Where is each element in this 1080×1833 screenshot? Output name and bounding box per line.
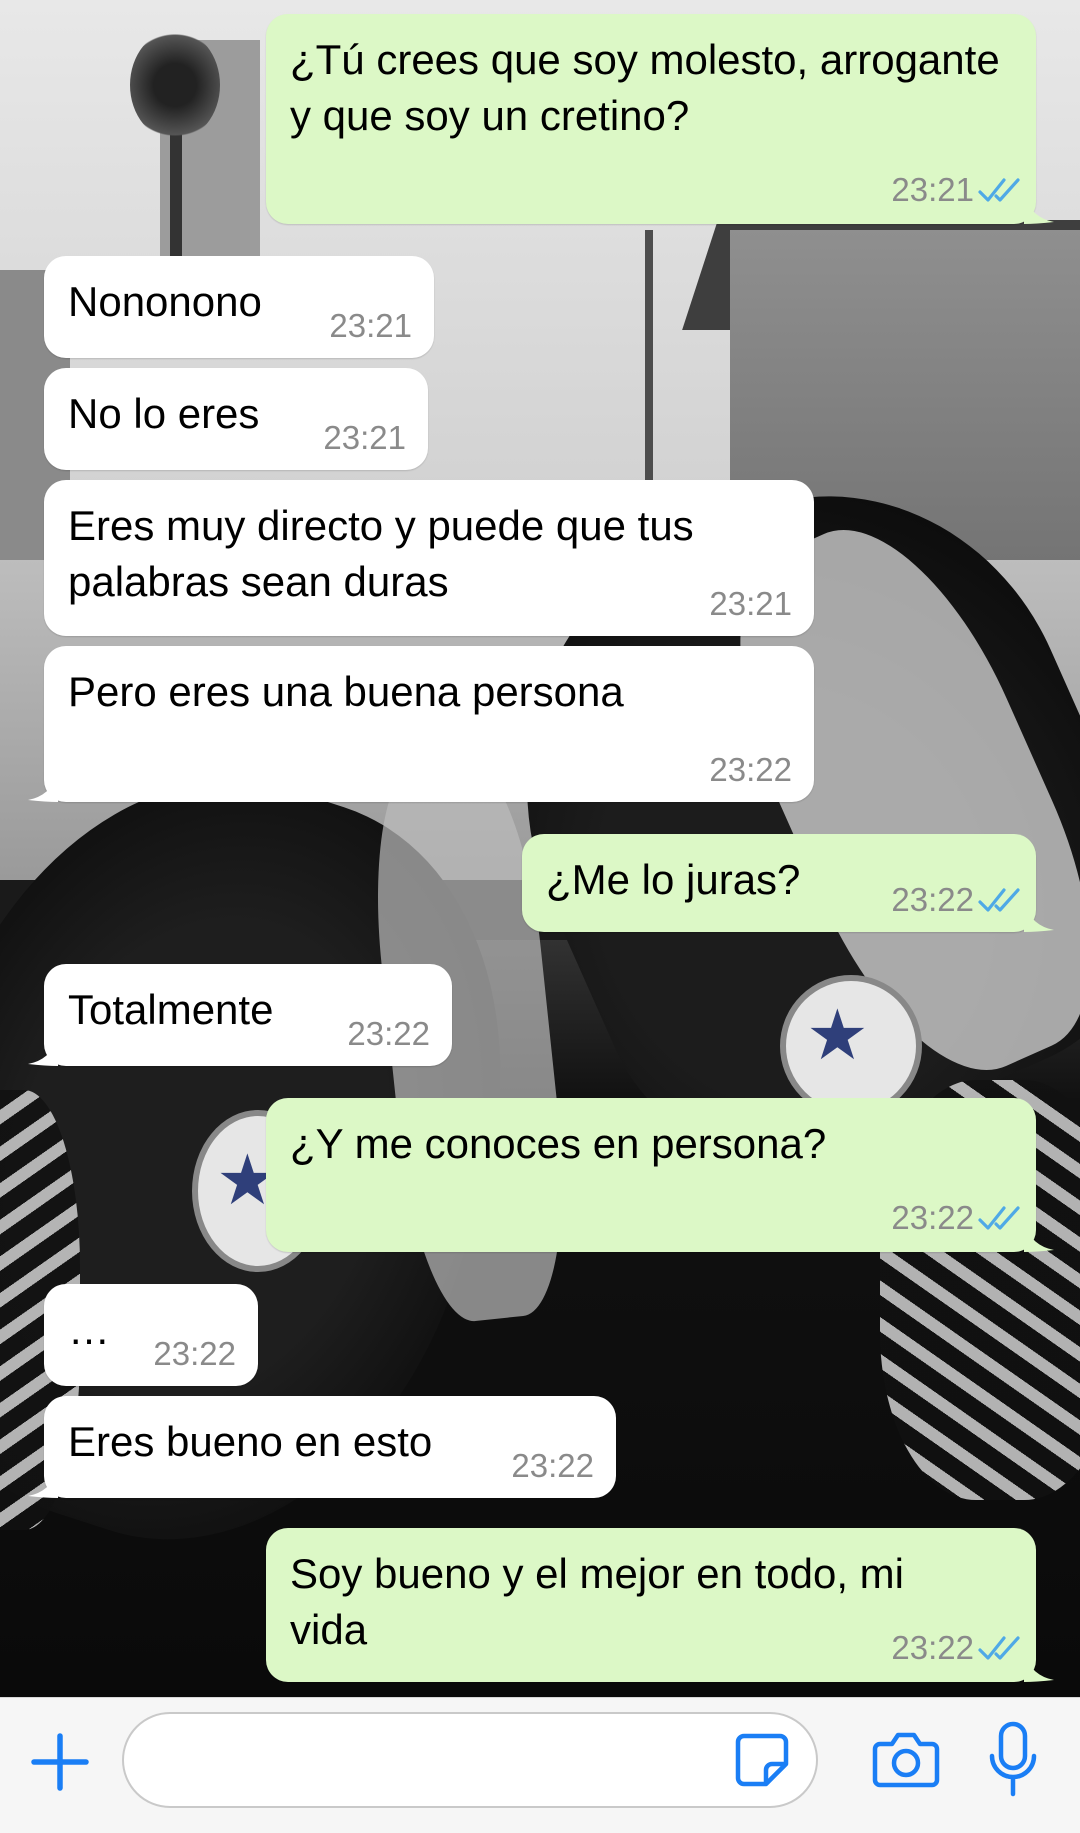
message-text: Nononono — [68, 278, 262, 325]
message-timestamp: 23:22 — [891, 1199, 974, 1236]
message-timestamp: 23:22 — [347, 1015, 430, 1052]
bubble-tail — [28, 774, 58, 802]
message-bubble-outgoing[interactable]: ¿Y me conoces en persona? 23:22 — [266, 1098, 1054, 1252]
message-input-bar — [0, 1697, 1080, 1833]
message-timestamp: 23:22 — [891, 881, 974, 918]
read-receipt-icon — [978, 1636, 1020, 1660]
sticker-icon[interactable] — [732, 1730, 792, 1790]
bubble-tail — [28, 1470, 58, 1498]
wallpaper-palm — [130, 30, 220, 140]
message-bubble-outgoing[interactable]: Soy bueno y el mejor en todo, mi vida 23… — [266, 1528, 1054, 1682]
camera-icon[interactable] — [872, 1728, 940, 1790]
message-bubble-outgoing[interactable]: ¿Tú crees que soy molesto, arrogante y q… — [266, 14, 1054, 224]
bubble-tail — [1024, 904, 1054, 932]
message-bubble-incoming[interactable]: Eres muy directo y puede que tus palabra… — [44, 480, 814, 636]
message-timestamp: 23:21 — [323, 419, 406, 456]
message-bubble-incoming[interactable]: Eres bueno en esto 23:22 — [28, 1396, 616, 1498]
read-receipt-icon — [978, 1206, 1020, 1230]
bubble-tail — [1024, 196, 1054, 224]
message-text: Eres bueno en esto — [68, 1418, 433, 1465]
message-timestamp: 23:22 — [511, 1447, 594, 1484]
message-bubble-incoming[interactable]: Totalmente 23:22 — [28, 964, 452, 1066]
message-text: Totalmente — [68, 986, 274, 1033]
message-bubble-outgoing[interactable]: ¿Me lo juras? 23:22 — [522, 834, 1054, 932]
message-timestamp: 23:21 — [709, 585, 792, 622]
message-timestamp: 23:21 — [891, 171, 974, 208]
star-icon: ★ — [806, 996, 869, 1074]
message-text: Pero eres una buena persona — [68, 668, 624, 715]
message-bubble-incoming[interactable]: Pero eres una buena persona 23:22 — [28, 646, 814, 802]
message-bubble-incoming[interactable]: … 23:22 — [44, 1284, 258, 1386]
message-text: ¿Me lo juras? — [546, 856, 801, 903]
read-receipt-icon — [978, 178, 1020, 202]
message-timestamp: 23:22 — [709, 751, 792, 788]
message-text: No lo eres — [68, 390, 260, 437]
message-bubble-incoming[interactable]: Nononono 23:21 — [44, 256, 434, 358]
microphone-icon[interactable] — [988, 1720, 1038, 1800]
bubble-tail — [28, 1038, 58, 1066]
read-receipt-icon — [978, 888, 1020, 912]
bubble-tail — [1024, 1654, 1054, 1682]
message-timestamp: 23:22 — [891, 1629, 974, 1666]
message-timestamp: 23:21 — [329, 307, 412, 344]
message-text: ¿Y me conoces en persona? — [290, 1120, 827, 1167]
message-text: Eres muy directo y puede que tus palabra… — [68, 502, 706, 605]
message-text: … — [68, 1306, 110, 1353]
bubble-tail — [1024, 1224, 1054, 1252]
message-bubble-incoming[interactable]: No lo eres 23:21 — [44, 368, 428, 470]
message-timestamp: 23:22 — [153, 1335, 236, 1372]
message-text: ¿Tú crees que soy molesto, arrogante y q… — [290, 36, 1012, 139]
plus-icon[interactable] — [28, 1730, 92, 1794]
message-input[interactable] — [122, 1712, 818, 1808]
message-text: Soy bueno y el mejor en todo, mi vida — [290, 1550, 916, 1653]
